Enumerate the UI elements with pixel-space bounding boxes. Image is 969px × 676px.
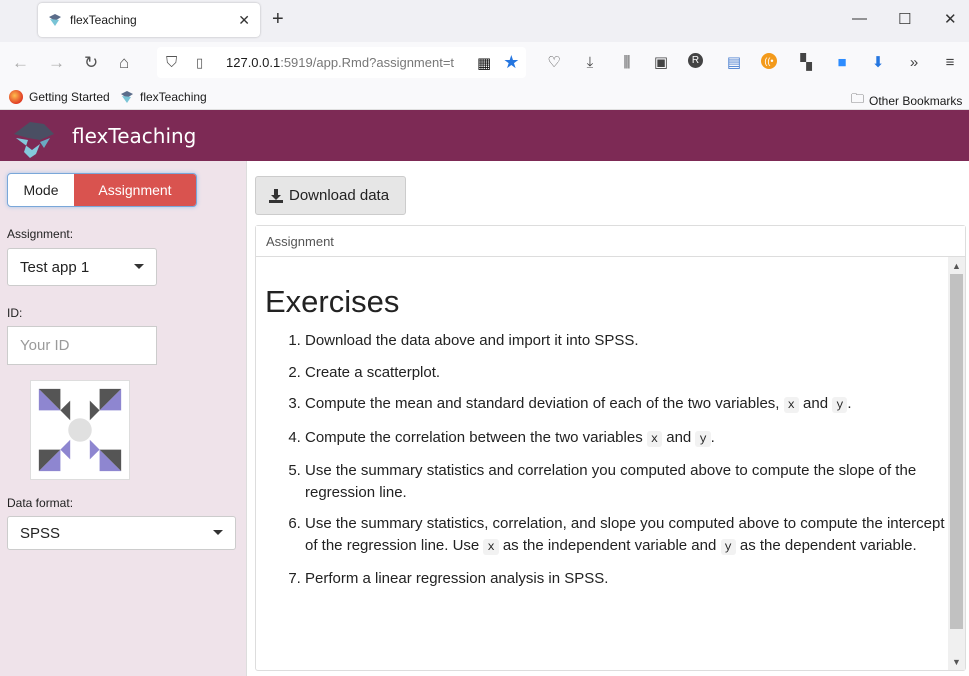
exercise-list: Download the data above and import it in… (265, 330, 945, 590)
download-label: Download data (289, 187, 390, 204)
forward-icon[interactable]: → (48, 53, 65, 73)
url-bar[interactable]: ⛉ ▯ 127.0.0.1:5919/app.Rmd?assignment=t … (157, 47, 526, 78)
exercises-heading: Exercises (265, 284, 400, 319)
id-input[interactable] (7, 326, 157, 365)
exercise-item: Perform a linear regression analysis in … (305, 568, 945, 590)
bookmark-getting-started[interactable]: Getting Started (9, 90, 110, 104)
assignment-toggle-button[interactable]: Assignment (74, 174, 196, 206)
maximize-icon[interactable]: ☐ (898, 10, 911, 28)
browser-nav-bar: ← → ↻ ⌂ ⛉ ▯ 127.0.0.1:5919/app.Rmd?assig… (0, 42, 969, 84)
r-extension-icon[interactable]: R (688, 53, 703, 68)
scroll-up-icon[interactable]: ▲ (948, 257, 965, 274)
id-label: ID: (7, 306, 23, 320)
rss-extension-icon[interactable]: ((• (761, 53, 777, 69)
tab-title: flexTeaching (70, 13, 137, 27)
exercise-content: Exercises Download the data above and im… (265, 257, 945, 600)
url-text[interactable]: 127.0.0.1:5919/app.Rmd?assignment=t (226, 55, 471, 70)
sidebar: Mode Assignment Assignment: Test app 1 I… (0, 161, 247, 676)
document-extension-icon[interactable]: ▤ (725, 53, 743, 71)
browser-tab[interactable]: flexTeaching ✕ (38, 3, 260, 37)
chevron-down-icon (213, 530, 223, 535)
extensions-grid-icon[interactable]: ▚ (797, 53, 815, 71)
shield-icon[interactable]: ⛉ (166, 54, 184, 71)
close-window-icon[interactable]: ✕ (944, 10, 957, 28)
panel-title: Assignment (266, 233, 334, 249)
home-icon[interactable]: ⌂ (119, 53, 129, 73)
pocket-icon[interactable]: ♡ (545, 53, 563, 71)
app-favicon-icon (121, 91, 133, 103)
identicon-avatar (30, 380, 130, 480)
panel-scrollbar[interactable]: ▲ ▼ (948, 257, 965, 670)
data-format-select[interactable]: SPSS (7, 516, 236, 550)
app-title: flexTeaching (72, 124, 197, 148)
zoom-extension-icon[interactable]: ■ (833, 53, 851, 71)
bitwarden-icon[interactable]: ▣ (652, 53, 670, 71)
exercise-item: Compute the mean and standard deviation … (305, 393, 945, 417)
bookmark-star-icon[interactable]: ★ (503, 52, 519, 73)
exercise-item: Download the data above and import it in… (305, 330, 945, 352)
browser-tab-strip: flexTeaching ✕ + — ☐ ✕ (0, 0, 969, 42)
minimize-icon[interactable]: — (852, 10, 867, 27)
qr-code-icon[interactable]: ▦ (477, 54, 491, 72)
panel-body: Exercises Download the data above and im… (256, 257, 965, 670)
downloads-icon[interactable]: ⤓ (581, 53, 599, 71)
folder-icon: 🗀 (851, 91, 865, 106)
app-header: flexTeaching (0, 110, 969, 161)
download-extension-icon[interactable]: ⬇ (869, 53, 887, 71)
library-icon[interactable]: ⫼ (618, 53, 636, 71)
bookmarks-bar: Getting Started flexTeaching 🗀 Other Boo… (0, 84, 969, 110)
more-tools-icon[interactable]: » (905, 53, 923, 71)
data-format-select-value: SPSS (20, 524, 61, 542)
back-icon[interactable]: ← (12, 53, 29, 73)
panel-header: Assignment (256, 226, 965, 257)
page-icon[interactable]: ▯ (196, 55, 214, 71)
main-content: Download data Assignment Exercises Downl… (247, 161, 969, 676)
assignment-label: Assignment: (7, 227, 74, 241)
download-data-button[interactable]: Download data (255, 176, 406, 215)
reload-icon[interactable]: ↻ (84, 53, 98, 73)
firefox-icon (9, 90, 23, 104)
scroll-down-icon[interactable]: ▼ (948, 653, 965, 670)
exercise-item: Use the summary statistics and correlati… (305, 460, 945, 503)
app-favicon-icon (49, 14, 61, 26)
assignment-select[interactable]: Test app 1 (7, 248, 157, 286)
close-tab-icon[interactable]: ✕ (238, 12, 250, 29)
assignment-panel: Assignment Exercises Download the data a… (255, 225, 966, 671)
menu-icon[interactable]: ≡ (941, 53, 959, 71)
bookmark-flexteaching[interactable]: flexTeaching (120, 90, 207, 104)
exercise-item: Use the summary statistics, correlation,… (305, 513, 945, 558)
exercise-item: Create a scatterplot. (305, 362, 945, 384)
scroll-thumb[interactable] (950, 274, 963, 629)
mode-toggle[interactable]: Mode Assignment (7, 173, 197, 207)
exercise-item: Compute the correlation between the two … (305, 427, 945, 451)
new-tab-icon[interactable]: + (272, 8, 284, 31)
other-bookmarks[interactable]: 🗀 Other Bookmarks (851, 90, 962, 112)
data-format-label: Data format: (7, 496, 74, 510)
chevron-down-icon (134, 264, 144, 269)
download-icon (269, 188, 283, 203)
app-logo-icon (14, 122, 54, 158)
assignment-select-value: Test app 1 (20, 258, 90, 276)
mode-button[interactable]: Mode (8, 174, 74, 206)
